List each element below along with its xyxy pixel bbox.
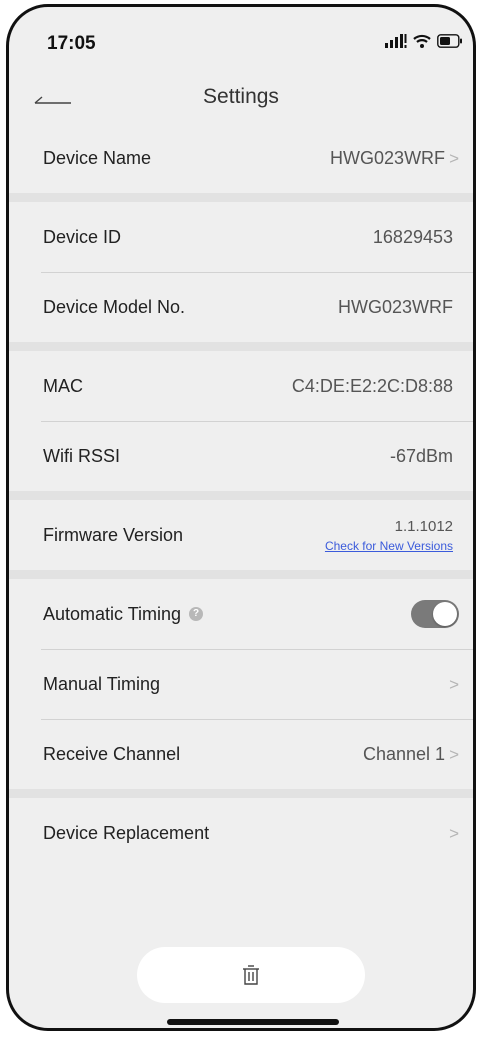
manual-timing-row[interactable]: Manual Timing >	[9, 649, 473, 719]
wifi-rssi-value: -67dBm	[389, 445, 453, 466]
home-indicator	[167, 1019, 339, 1025]
device-model-row: Device Model No. HWG023WRF	[9, 272, 473, 342]
phone-screen: 17:05 Settings Device Name HWG023WRF > D…	[6, 4, 476, 1031]
cellular-signal-icon	[385, 34, 407, 48]
wifi-rssi-row: Wifi RSSI -67dBm	[9, 421, 473, 491]
mac-value: C4:DE:E2:2C:D8:88	[291, 375, 453, 396]
check-new-versions-link[interactable]: Check for New Versions	[325, 539, 453, 553]
status-time: 17:05	[47, 33, 96, 54]
wifi-rssi-label: Wifi RSSI	[43, 445, 121, 466]
device-name-row[interactable]: Device Name HWG023WRF >	[9, 123, 473, 193]
receive-channel-value: Channel 1	[362, 743, 446, 764]
delete-device-button[interactable]	[137, 947, 365, 1003]
settings-list: Device Name HWG023WRF > Device ID 168294…	[9, 123, 473, 868]
page-title: Settings	[203, 85, 279, 108]
group-replacement: Device Replacement >	[9, 798, 473, 868]
wifi-icon	[413, 34, 431, 48]
device-model-value: HWG023WRF	[337, 296, 453, 317]
group-device-info: Device ID 16829453 Device Model No. HWG0…	[9, 202, 473, 342]
trash-icon	[243, 965, 259, 985]
receive-channel-row[interactable]: Receive Channel Channel 1 >	[9, 719, 473, 789]
automatic-timing-row: Automatic Timing ?	[9, 579, 473, 649]
chevron-right-icon: >	[449, 148, 459, 168]
chevron-right-icon: >	[449, 823, 459, 843]
group-timing: Automatic Timing ? Manual Timing > Recei…	[9, 579, 473, 789]
group-firmware: Firmware Version 1.1.1012 Check for New …	[9, 500, 473, 570]
device-id-value: 16829453	[372, 226, 453, 247]
status-bar: 17:05	[9, 7, 473, 75]
receive-channel-label: Receive Channel	[43, 743, 181, 764]
device-name-value: HWG023WRF	[330, 147, 446, 168]
group-device-name: Device Name HWG023WRF >	[9, 123, 473, 193]
device-replacement-row[interactable]: Device Replacement >	[9, 798, 473, 868]
status-icons	[385, 34, 463, 48]
device-replacement-label: Device Replacement	[43, 822, 210, 843]
device-model-label: Device Model No.	[43, 296, 186, 317]
navigation-bar: Settings	[9, 75, 473, 123]
firmware-label: Firmware Version	[43, 524, 184, 545]
battery-icon	[437, 34, 462, 48]
device-id-label: Device ID	[43, 226, 122, 247]
section-divider	[9, 193, 473, 202]
manual-timing-label: Manual Timing	[43, 673, 161, 694]
toggle-knob	[433, 602, 457, 626]
firmware-version-value: 1.1.1012	[394, 517, 453, 535]
firmware-info: 1.1.1012 Check for New Versions	[325, 518, 459, 553]
section-divider	[9, 342, 473, 351]
mac-label: MAC	[43, 375, 83, 396]
mac-row: MAC C4:DE:E2:2C:D8:88	[9, 351, 473, 421]
device-name-label: Device Name	[43, 147, 152, 168]
group-network: MAC C4:DE:E2:2C:D8:88 Wifi RSSI -67dBm	[9, 351, 473, 491]
section-divider	[9, 491, 473, 500]
section-divider	[9, 789, 473, 798]
automatic-timing-toggle[interactable]	[411, 600, 459, 628]
section-divider	[9, 570, 473, 579]
device-id-row: Device ID 16829453	[9, 202, 473, 272]
automatic-timing-label: Automatic Timing	[43, 603, 182, 624]
chevron-right-icon: >	[449, 744, 459, 764]
firmware-row: Firmware Version 1.1.1012 Check for New …	[9, 500, 473, 570]
chevron-right-icon: >	[449, 674, 459, 694]
help-icon[interactable]: ?	[189, 607, 204, 621]
